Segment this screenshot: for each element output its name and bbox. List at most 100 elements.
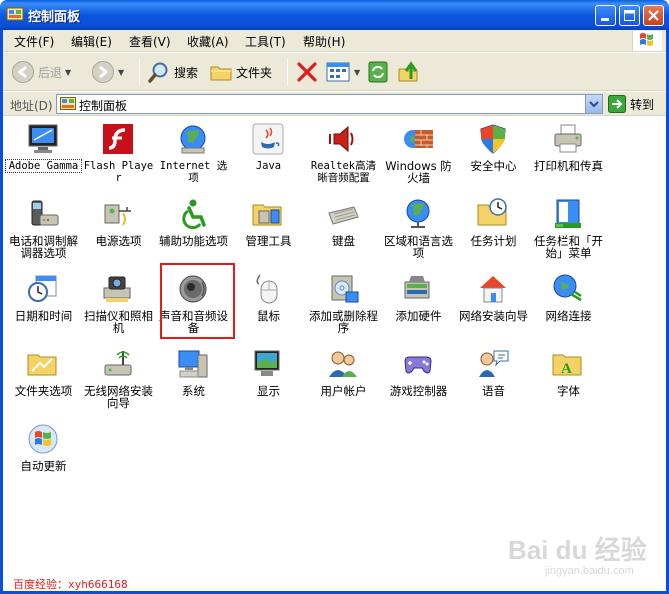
toolbar: 后退 ▼ ▼ 搜索 文件夹 ▼ [3,53,666,91]
forward-dropdown-icon[interactable]: ▼ [118,68,124,77]
scanner-camera-icon [103,276,131,302]
watermark: Bai du 经验 [508,535,647,565]
forward-arrow-icon [92,61,114,83]
phone-modem-icon [31,200,59,226]
speech-icon [479,350,509,377]
views-icon [326,62,350,82]
item-label: 扫描仪和照相机 [84,309,153,335]
accessibility-icon [182,199,206,230]
menu-tools[interactable]: 工具(T) [245,33,286,50]
delete-x-icon [297,62,317,82]
address-value: 控制面板 [79,99,128,113]
wireless-icon [104,351,132,376]
item-label: 管理工具 [245,234,292,248]
back-button[interactable]: 后退 ▼ [11,58,71,86]
menu-help[interactable]: 帮助(H) [303,33,345,50]
minimize-button[interactable] [595,5,616,26]
display-icon [254,350,280,376]
item-label: Adobe Gamma [5,159,82,173]
item-label: 辅助功能选项 [159,234,228,248]
minimize-icon [601,18,609,21]
address-dropdown-button[interactable] [585,95,602,113]
chevron-down-icon [589,101,599,108]
forward-button[interactable]: ▼ [91,58,124,86]
title-bar[interactable]: 控制面板 [0,0,669,30]
control-panel-icon [6,7,24,21]
add-hardware-icon [404,276,430,299]
system-icon [178,350,208,378]
menu-edit[interactable]: 编辑(E) [71,33,112,50]
views-button[interactable]: ▼ [325,58,360,86]
search-icon [148,62,168,83]
item-label: 添加硬件 [395,309,442,323]
menu-view[interactable]: 查看(V) [129,33,171,50]
address-label: 地址(D) [10,99,53,113]
scheduled-tasks-icon [477,198,507,226]
region-globe-icon [406,199,430,228]
windows-flag-icon [640,33,653,46]
window-title: 控制面板 [28,10,81,25]
address-input[interactable]: 控制面板 [56,94,603,114]
gamepad-icon [404,356,432,374]
search-button[interactable]: 搜索 [147,58,198,86]
item-label: 任务栏和「开始」菜单 [534,234,603,260]
toolbar-separator [287,59,288,85]
svg-text:A: A [561,361,572,377]
clock-icon [28,275,57,302]
item-label: Flash Player [83,160,154,184]
item-label: Internet 选项 [159,160,228,184]
views-dropdown-icon[interactable]: ▼ [354,68,360,77]
close-icon [648,10,659,21]
java-icon [252,123,284,155]
menu-favorites[interactable]: 收藏(A) [187,33,229,50]
item-label: 打印机和传真 [534,159,603,173]
shield-icon [480,124,506,154]
go-button[interactable]: 转到 [608,95,654,113]
item-label: 任务计划 [470,234,517,248]
windows-logo [632,31,662,51]
item-label: 字体 [557,384,580,398]
fonts-icon: A [552,354,582,377]
folders-label: 文件夹 [236,65,273,80]
taskbar-icon [555,199,581,228]
item-label: 无线网络安装向导 [84,384,153,410]
item-label: 显示 [257,384,280,398]
item-label: 鼠标 [257,309,280,323]
network-wizard-icon [480,276,506,303]
control-panel-content: Adobe Gamma Flash Player Internet 选项 Jav… [3,117,666,591]
watermark-url: jingyan.baidu.com [545,565,634,577]
go-arrow-icon [608,95,626,113]
item-label: 键盘 [332,234,355,248]
maximize-button[interactable] [619,5,640,26]
back-label: 后退 [38,65,63,80]
close-button[interactable] [643,5,664,26]
add-remove-icon [331,275,359,303]
toolbar-separator [139,59,140,85]
keyboard-icon [328,206,359,225]
folders-button[interactable]: 文件夹 [209,58,272,86]
menu-bar: 文件(F) 编辑(E) 查看(V) 收藏(A) 工具(T) 帮助(H) [3,30,666,52]
up-folder-button[interactable] [397,58,421,86]
folder-options-icon [27,354,57,376]
monitor-gamma-icon [28,124,58,153]
delete-button[interactable] [295,58,319,86]
item-label: Java [255,160,282,172]
item-label: 系统 [182,384,205,398]
refresh-button[interactable] [367,58,389,86]
internet-globe-icon [180,125,206,154]
item-label: 安全中心 [470,159,517,173]
mouse-icon [256,274,278,304]
item-label: 文件夹选项 [14,384,73,398]
item-label: 游戏控制器 [389,384,448,398]
back-dropdown-icon[interactable]: ▼ [65,68,71,77]
speaker-red-icon [329,125,354,153]
item-label: 用户帐户 [320,384,367,398]
network-connections-icon [553,274,582,302]
user-accounts-icon [329,351,357,377]
item-label: 日期和时间 [14,309,73,323]
printer-icon [554,124,582,153]
menu-file[interactable]: 文件(F) [14,33,54,50]
search-label: 搜索 [174,65,199,80]
control-panel-icon [60,97,76,110]
item-label: 语音 [482,384,505,398]
